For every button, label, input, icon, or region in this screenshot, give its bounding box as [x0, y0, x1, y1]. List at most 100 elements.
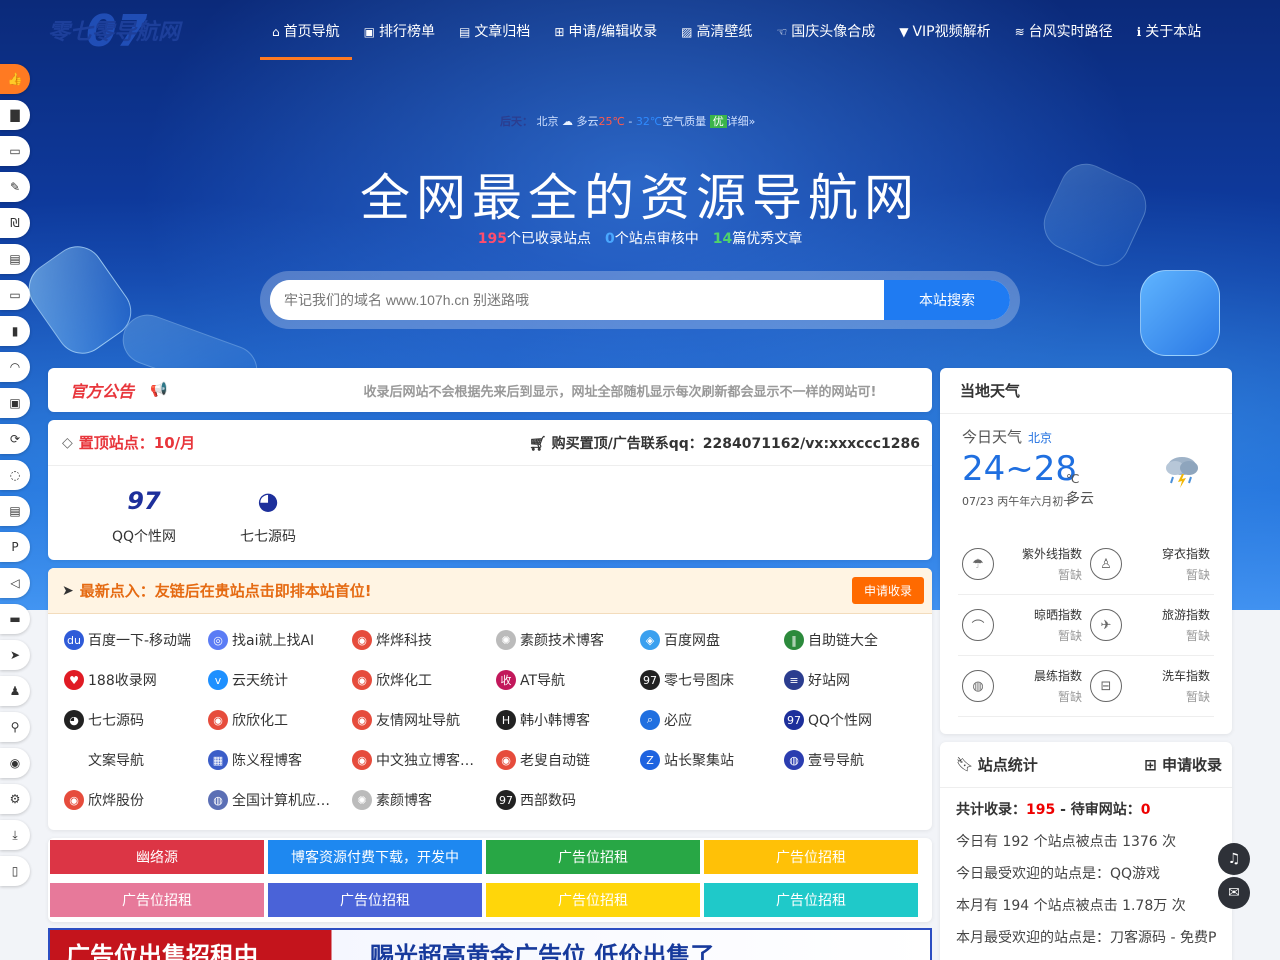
- weather-index-value: 暂缺: [1185, 629, 1210, 643]
- decorative-shape: [1140, 270, 1220, 356]
- site-link[interactable]: ◉ 老叟自动链: [496, 740, 640, 780]
- site-link[interactable]: 文案导航: [64, 740, 208, 780]
- nav-label: 申请/编辑收录: [568, 24, 658, 40]
- site-link-label: 找ai就上找AI: [232, 633, 315, 649]
- site-link-label: 陈义程博客: [232, 753, 302, 769]
- check-circle-icon[interactable]: ◉: [0, 748, 30, 778]
- ad-banner[interactable]: 广告位出售招租中 赐光超高黄金广告位 低价出售了: [48, 928, 932, 960]
- apply-listing-link[interactable]: ⊞ 申请收录: [1144, 754, 1222, 775]
- ad-slot-button[interactable]: 广告位招租: [268, 883, 482, 917]
- site-link[interactable]: ◍ 壹号导航: [784, 740, 928, 780]
- site-favicon-icon: ◉: [352, 630, 372, 650]
- apply-listing-button[interactable]: 申请收录: [851, 577, 924, 604]
- pinned-site[interactable]: 97 QQ个性网: [82, 484, 206, 546]
- site-logo[interactable]: 零七零导航网: [48, 14, 180, 46]
- site-link[interactable]: 97 零七号图床: [640, 660, 784, 700]
- nav-label: 排行榜单: [378, 24, 435, 40]
- pinned-site[interactable]: ◕ 七七源码: [206, 484, 330, 546]
- nav-item-2[interactable]: ▤ 文章归档: [447, 0, 542, 62]
- search-button[interactable]: 本站搜索: [884, 280, 1010, 320]
- site-link[interactable]: ▦ 陈义程博客: [208, 740, 352, 780]
- paper-plane-icon[interactable]: ➤: [0, 640, 30, 670]
- download-icon[interactable]: ⤓: [0, 820, 30, 850]
- site-link[interactable]: ◍ 全国计算机应…: [208, 780, 352, 820]
- unlock-icon[interactable]: ▯: [0, 856, 30, 886]
- nav-item-5[interactable]: ☜ 国庆头像合成: [764, 0, 887, 62]
- site-link[interactable]: ◎ 找ai就上找AI: [208, 620, 352, 660]
- site-link[interactable]: ♥ 188收录网: [64, 660, 208, 700]
- site-link[interactable]: ⌕ 必应: [640, 700, 784, 740]
- latest-clicks-header: ➤ 最新点入：友链后在贵站点击即排本站首位! 申请收录: [48, 568, 932, 614]
- weather-index-info: 晨练指数 暂缺: [1034, 667, 1082, 705]
- refresh-icon[interactable]: ⟳: [0, 424, 30, 454]
- site-link[interactable]: 收 AT导航: [496, 660, 640, 700]
- spinner-icon[interactable]: ◌: [0, 460, 30, 490]
- weather-index-value: 暂缺: [1057, 568, 1082, 582]
- ad-slot-button[interactable]: 幽络源: [50, 840, 264, 874]
- forecast-cond: 多云: [576, 115, 599, 128]
- nav-item-7[interactable]: ≋ 台风实时路径: [1003, 0, 1125, 62]
- nav-icon: ⌂: [272, 25, 280, 39]
- person-icon[interactable]: ♟: [0, 676, 30, 706]
- bell-icon[interactable]: ♫: [1218, 843, 1250, 875]
- ad-slot-button[interactable]: 广告位招租: [704, 840, 918, 874]
- site-link-label: 友情网址导航: [376, 713, 460, 729]
- ad-slot-button[interactable]: 广告位招租: [50, 883, 264, 917]
- file-icon[interactable]: ▤: [0, 244, 30, 274]
- ad-slot-button[interactable]: 广告位招租: [704, 883, 918, 917]
- ad-slot-button[interactable]: 博客资源付费下载，开发中: [268, 840, 482, 874]
- send-icon[interactable]: ◁: [0, 568, 30, 598]
- site-link[interactable]: ‖ 自助链大全: [784, 620, 928, 660]
- site-link[interactable]: ◉ 欣烨化工: [352, 660, 496, 700]
- site-link[interactable]: ◉ 烨烨科技: [352, 620, 496, 660]
- ad-slot-button[interactable]: 广告位招租: [486, 883, 700, 917]
- site-link[interactable]: du 百度一下-移动端: [64, 620, 208, 660]
- feed-icon[interactable]: ◠: [0, 352, 30, 382]
- id-card-icon[interactable]: ▤: [0, 496, 30, 526]
- site-link[interactable]: ◉ 欣欣化工: [208, 700, 352, 740]
- site-link[interactable]: ◈ 百度网盘: [640, 620, 784, 660]
- forecast-more-link[interactable]: 详细»: [727, 115, 756, 128]
- nav-item-0[interactable]: ⌂ 首页导航: [260, 0, 352, 62]
- site-favicon-icon: 收: [496, 670, 516, 690]
- search-input[interactable]: [270, 280, 884, 320]
- nav-item-4[interactable]: ▨ 高清壁纸: [669, 0, 764, 62]
- hero-stats: 195个已收录站点 0个站点审核中 14篇优秀文章: [0, 228, 1280, 248]
- site-favicon-icon: ◉: [352, 670, 372, 690]
- site-link[interactable]: ≡ 好站网: [784, 660, 928, 700]
- site-link[interactable]: Z 站长聚集站: [640, 740, 784, 780]
- ad-slot-button[interactable]: 广告位招租: [486, 840, 700, 874]
- weather-city[interactable]: 北京: [1028, 431, 1052, 445]
- site-link-label: 壹号导航: [808, 753, 864, 769]
- site-link[interactable]: ✺ 素颜博客: [352, 780, 496, 820]
- site-link[interactable]: ✺ 素颜技术博客: [496, 620, 640, 660]
- stats-row: 今日有 192 个站点被点击 1376 次: [956, 834, 1177, 850]
- cog-icon[interactable]: ⚙: [0, 784, 30, 814]
- nav-item-8[interactable]: ℹ 关于本站: [1125, 0, 1214, 62]
- weather-index-info: 洗车指数 暂缺: [1162, 667, 1210, 705]
- site-link[interactable]: ◕ 七七源码: [64, 700, 208, 740]
- thumb-up-icon[interactable]: 👍: [0, 64, 30, 94]
- site-link[interactable]: 97 西部数码: [496, 780, 640, 820]
- weather-index: ✈ 旅游指数 暂缺: [1086, 595, 1214, 656]
- site-link[interactable]: ◉ 友情网址导航: [352, 700, 496, 740]
- contact-icon[interactable]: ▣: [0, 388, 30, 418]
- paypal-icon[interactable]: P: [0, 532, 30, 562]
- site-link[interactable]: ◉ 中文独立博客…: [352, 740, 496, 780]
- site-link[interactable]: ◉ 欣烨股份: [64, 780, 208, 820]
- forecast-high: 25℃: [598, 115, 625, 128]
- book-icon[interactable]: ▇: [0, 100, 30, 130]
- nav-item-1[interactable]: ▣ 排行榜单: [352, 0, 447, 62]
- nav-item-6[interactable]: ▼ VIP视频解析: [887, 0, 1002, 62]
- site-link[interactable]: 97 QQ个性网: [784, 700, 928, 740]
- briefcase-icon[interactable]: ▬: [0, 604, 30, 634]
- site-link[interactable]: v 云天统计: [208, 660, 352, 700]
- mail-icon[interactable]: ✉: [1218, 877, 1250, 909]
- desktop-icon[interactable]: ▭: [0, 280, 30, 310]
- site-link-label: 188收录网: [88, 673, 157, 689]
- nav-item-3[interactable]: ⊞ 申请/编辑收录: [542, 0, 669, 62]
- site-link[interactable]: H 韩小韩博客: [496, 700, 640, 740]
- lock-icon[interactable]: ▮: [0, 316, 30, 346]
- site-link-label: 韩小韩博客: [520, 713, 590, 729]
- bicycle-icon[interactable]: ⚲: [0, 712, 30, 742]
